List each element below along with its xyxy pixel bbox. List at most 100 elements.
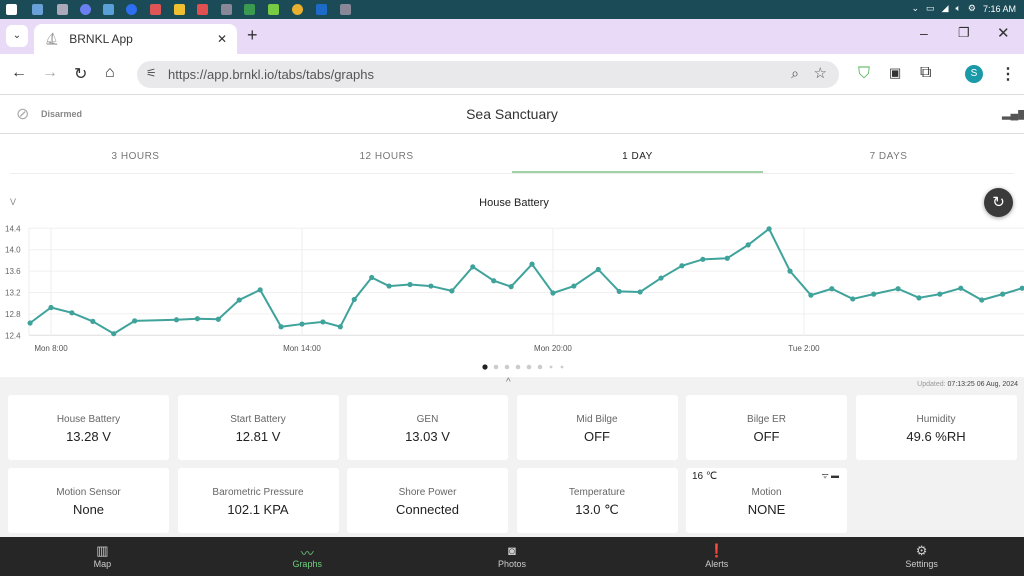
sensor-card[interactable]: House Battery 13.28 V (8, 395, 169, 460)
tab-7-days[interactable]: 7 DAYS (763, 140, 1014, 173)
tab-search-button[interactable]: ⌄ (6, 25, 28, 47)
outlook-icon[interactable] (316, 4, 327, 15)
sensor-card[interactable]: Barometric Pressure 102.1 KPA (177, 468, 339, 533)
reload-button[interactable]: ↻ (74, 64, 87, 84)
forward-button[interactable]: → (42, 64, 58, 82)
data-point[interactable] (616, 288, 622, 295)
pager-dot[interactable] (482, 364, 488, 370)
restore-button[interactable]: ❐ (958, 25, 970, 41)
tab-1-day[interactable]: 1 DAY (512, 140, 763, 173)
data-point[interactable] (658, 275, 664, 281)
app-icon[interactable] (340, 4, 351, 15)
sensor-card[interactable]: Start Battery 12.81 V (177, 395, 339, 460)
nav-settings[interactable]: ⚙ Settings (819, 537, 1024, 576)
data-point[interactable] (428, 283, 434, 289)
data-point[interactable] (132, 318, 138, 324)
data-point[interactable] (958, 285, 964, 291)
data-point[interactable] (215, 316, 221, 322)
data-point[interactable] (351, 296, 357, 303)
data-point[interactable] (571, 283, 577, 289)
data-point[interactable] (407, 281, 413, 288)
pager-dot[interactable] (515, 364, 521, 370)
data-point[interactable] (369, 274, 375, 281)
app-icon[interactable] (57, 4, 68, 15)
sensor-card[interactable]: Bilge ER OFF (686, 395, 847, 460)
data-point[interactable] (1019, 285, 1024, 291)
nav-photos[interactable]: ◙ Photos (410, 537, 615, 576)
data-point[interactable] (937, 291, 943, 297)
close-tab-icon[interactable]: ✕ (217, 32, 227, 46)
refresh-button[interactable]: ↻ (984, 188, 1013, 217)
folder-icon[interactable] (174, 4, 185, 15)
data-point[interactable] (787, 268, 793, 274)
gear-icon[interactable]: ⚙ (968, 3, 976, 14)
browser-tab[interactable]: ⛵︎ BRNKL App ✕ (34, 24, 237, 54)
data-point[interactable] (491, 278, 497, 284)
sensor-card[interactable]: Temperature 13.0 ℃ (516, 468, 678, 533)
data-point[interactable] (679, 263, 685, 269)
wifi-icon[interactable]: ◢ (942, 3, 949, 14)
data-point[interactable] (320, 319, 326, 325)
data-point[interactable] (808, 292, 814, 298)
data-point[interactable] (850, 296, 856, 302)
data-point[interactable] (470, 264, 476, 270)
data-point[interactable] (69, 310, 75, 316)
data-point[interactable] (595, 266, 601, 273)
sensor-card[interactable]: Motion Sensor None (8, 468, 169, 533)
data-point[interactable] (1000, 291, 1006, 297)
data-point[interactable] (449, 288, 455, 294)
collapse-chevron-icon[interactable]: ^ (506, 377, 511, 388)
data-point[interactable] (257, 287, 263, 293)
nav-alerts[interactable]: ❗ Alerts (614, 537, 819, 576)
profile-avatar[interactable]: S (965, 65, 983, 83)
data-point[interactable] (529, 261, 535, 267)
clock[interactable]: 7:16 AM (983, 4, 1016, 14)
data-point[interactable] (299, 321, 305, 327)
chrome-icon[interactable] (292, 4, 303, 15)
extension-icon[interactable]: ▣ (889, 65, 901, 81)
data-point[interactable] (48, 304, 54, 311)
pager-dot[interactable] (537, 364, 543, 370)
data-point[interactable] (700, 256, 706, 262)
pager-dot[interactable] (504, 364, 510, 370)
zoom-icon[interactable] (126, 4, 137, 15)
app-icon[interactable] (197, 4, 208, 15)
zoom-icon[interactable]: ⌕ (791, 65, 799, 82)
data-point[interactable] (173, 317, 180, 323)
sensor-card[interactable]: GEN 13.03 V (347, 395, 508, 460)
bookmark-star-icon[interactable]: ☆ (814, 64, 827, 82)
data-point[interactable] (550, 290, 556, 296)
data-point[interactable] (278, 324, 284, 330)
close-window-button[interactable]: ✕ (997, 24, 1010, 42)
app-icon[interactable] (32, 4, 43, 15)
nav-graphs[interactable]: 〰 Graphs (205, 537, 410, 576)
data-point[interactable] (508, 284, 514, 290)
more-menu-icon[interactable]: ⋮ (1000, 64, 1016, 84)
app-icon[interactable] (150, 4, 161, 15)
chevron-up-icon[interactable]: ⌄ (912, 3, 920, 14)
data-point[interactable] (745, 242, 751, 248)
data-point[interactable] (337, 324, 343, 330)
data-point[interactable] (27, 320, 33, 326)
data-point[interactable] (111, 331, 117, 337)
data-point[interactable] (895, 286, 901, 292)
data-point[interactable] (90, 318, 96, 324)
minimize-button[interactable]: – (920, 25, 928, 41)
pager-dot[interactable] (526, 364, 532, 370)
data-point[interactable] (724, 255, 730, 261)
url-input[interactable]: ⚟ https://app.brnkl.io/tabs/tabs/graphs … (137, 61, 839, 88)
excel-icon[interactable] (244, 4, 255, 15)
volume-icon[interactable]: 🔈︎ (955, 3, 960, 14)
start-icon[interactable] (6, 4, 17, 15)
tab-3-hours[interactable]: 3 HOURS (10, 140, 261, 173)
sensor-card[interactable]: Mid Bilge OFF (516, 395, 678, 460)
data-point[interactable] (829, 286, 835, 292)
app-icon[interactable] (103, 4, 114, 15)
app-icon[interactable] (268, 4, 279, 15)
sensor-card[interactable]: 16 ℃ ᯤ ▬ Motion NONE (686, 468, 847, 533)
app-icon[interactable] (221, 4, 232, 15)
tab-12-hours[interactable]: 12 HOURS (261, 140, 512, 173)
data-point[interactable] (236, 297, 242, 303)
home-button[interactable]: ⌂ (105, 64, 115, 82)
pager-dot[interactable] (549, 365, 553, 369)
